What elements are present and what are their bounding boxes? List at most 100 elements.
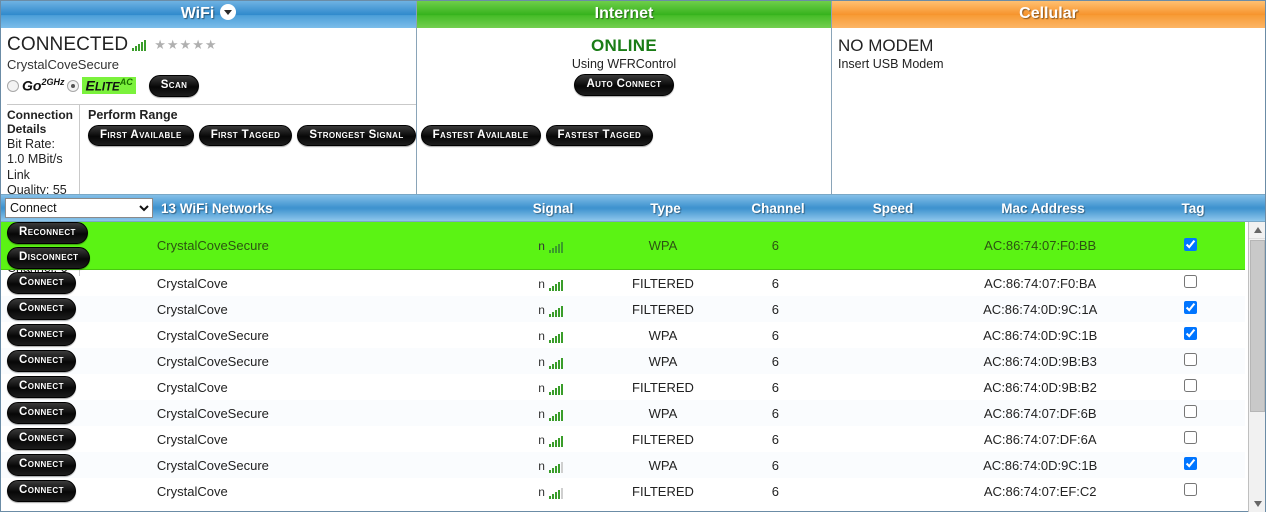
- row-action-buttons: Reconnect Disconnect: [1, 222, 151, 268]
- row-type: FILTERED: [611, 484, 716, 499]
- radio-go2ghz[interactable]: [7, 80, 19, 92]
- range-strongest-signal-button[interactable]: Strongest Signal: [297, 125, 415, 147]
- connection-details-title: Connection Details: [7, 108, 73, 136]
- scroll-down-button[interactable]: [1249, 495, 1265, 512]
- row-channel: 6: [715, 354, 835, 369]
- connect-button[interactable]: Connect: [7, 402, 76, 424]
- connect-button[interactable]: Connect: [7, 298, 76, 320]
- scrollbar-thumb[interactable]: [1250, 240, 1265, 412]
- row-tag-checkbox[interactable]: [1184, 483, 1197, 496]
- row-signal: n: [491, 432, 611, 447]
- internet-panel-header[interactable]: Internet: [417, 1, 831, 28]
- connect-button[interactable]: Connect: [7, 272, 76, 294]
- row-type: WPA: [611, 458, 716, 473]
- signal-bars-icon: [549, 488, 563, 499]
- chevron-down-icon[interactable]: [220, 4, 236, 20]
- row-action-buttons: Connect: [1, 376, 151, 398]
- row-type: WPA: [611, 328, 716, 343]
- signal-bars-icon: [549, 462, 563, 473]
- table-row[interactable]: Connect CrystalCoveSecurenWPA6AC:86:74:0…: [1, 452, 1245, 478]
- auto-connect-button[interactable]: Auto Connect: [574, 74, 673, 96]
- range-first-tagged-button[interactable]: First Tagged: [199, 125, 293, 147]
- header-type[interactable]: Type: [613, 201, 718, 216]
- internet-using-label: Using WFRControl: [417, 57, 831, 71]
- internet-status: ONLINE: [417, 36, 831, 56]
- row-tag-checkbox[interactable]: [1184, 353, 1197, 366]
- bulk-action-select[interactable]: Connect: [5, 198, 153, 218]
- row-tag-checkbox[interactable]: [1184, 431, 1197, 444]
- scan-button[interactable]: Scan: [149, 75, 200, 97]
- connect-button[interactable]: Connect: [7, 376, 76, 398]
- row-tag-checkbox[interactable]: [1184, 238, 1197, 251]
- table-row[interactable]: Connect CrystalCoveSecurenWPA6AC:86:74:0…: [1, 400, 1245, 426]
- wifi-panel-body: CONNECTED ★★★★★ CrystalCoveSecure Go2GHz…: [1, 28, 416, 194]
- row-mode: n: [538, 407, 545, 421]
- row-signal: n: [491, 354, 611, 369]
- band-label-elite: ELITEAC: [82, 77, 135, 94]
- row-tag-checkbox[interactable]: [1184, 275, 1197, 288]
- scroll-up-button[interactable]: [1249, 222, 1265, 239]
- table-row[interactable]: Connect CrystalCovenFILTERED6AC:86:74:07…: [1, 478, 1245, 504]
- triangle-down-icon: [1254, 501, 1262, 507]
- table-row[interactable]: Connect CrystalCovenFILTERED6AC:86:74:0D…: [1, 296, 1245, 322]
- row-action-buttons: Connect: [1, 402, 151, 424]
- table-row[interactable]: Connect CrystalCovenFILTERED6AC:86:74:07…: [1, 270, 1245, 296]
- row-mac-address: AC:86:74:07:EF:C2: [945, 484, 1135, 499]
- cellular-panel-title: Cellular: [1019, 5, 1078, 22]
- table-row[interactable]: Connect CrystalCovenFILTERED6AC:86:74:07…: [1, 426, 1245, 452]
- row-tag-checkbox[interactable]: [1184, 327, 1197, 340]
- row-mode: n: [538, 239, 545, 253]
- header-channel[interactable]: Channel: [718, 201, 838, 216]
- row-channel: 6: [715, 432, 835, 447]
- row-type: WPA: [611, 406, 716, 421]
- connect-button[interactable]: Connect: [7, 428, 76, 450]
- row-tag-cell: [1135, 238, 1245, 254]
- table-row[interactable]: Reconnect Disconnect CrystalCoveSecurenW…: [1, 222, 1245, 270]
- row-mac-address: AC:86:74:0D:9B:B3: [945, 354, 1135, 369]
- networks-count-caption: 13 WiFi Networks: [153, 201, 493, 216]
- row-mac-address: AC:86:74:07:DF:6A: [945, 432, 1135, 447]
- signal-bars-icon: [549, 242, 563, 253]
- row-tag-cell: [1135, 275, 1245, 291]
- row-signal: n: [491, 276, 611, 291]
- row-channel: 6: [715, 380, 835, 395]
- header-tag[interactable]: Tag: [1138, 201, 1248, 216]
- range-first-available-button[interactable]: First Available: [88, 125, 194, 147]
- connect-button[interactable]: Connect: [7, 480, 76, 502]
- row-channel: 6: [715, 484, 835, 499]
- row-ssid: CrystalCoveSecure: [151, 458, 491, 473]
- row-channel: 6: [715, 238, 835, 253]
- connect-button[interactable]: Connect: [7, 324, 76, 346]
- connect-button[interactable]: Connect: [7, 350, 76, 372]
- cellular-panel-header[interactable]: Cellular: [832, 1, 1265, 28]
- header-speed[interactable]: Speed: [838, 201, 948, 216]
- row-tag-checkbox[interactable]: [1184, 457, 1197, 470]
- signal-bars-icon: [549, 306, 563, 317]
- header-mac-address[interactable]: Mac Address: [948, 201, 1138, 216]
- row-ssid: CrystalCove: [151, 302, 491, 317]
- wifi-panel-header[interactable]: WiFi: [1, 1, 416, 28]
- row-mac-address: AC:86:74:0D:9C:1B: [945, 458, 1135, 473]
- band-selector: Go2GHz ELITEAC Scan: [7, 75, 416, 97]
- row-tag-cell: [1135, 457, 1245, 473]
- reconnect-button[interactable]: Reconnect: [7, 222, 88, 244]
- connect-button[interactable]: Connect: [7, 454, 76, 476]
- row-tag-checkbox[interactable]: [1184, 301, 1197, 314]
- table-scrollbar[interactable]: [1248, 222, 1265, 512]
- row-ssid: CrystalCove: [151, 380, 491, 395]
- disconnect-button[interactable]: Disconnect: [7, 247, 90, 269]
- networks-table-header: Connect 13 WiFi Networks Signal Type Cha…: [1, 194, 1265, 222]
- table-row[interactable]: Connect CrystalCoveSecurenWPA6AC:86:74:0…: [1, 348, 1245, 374]
- header-signal[interactable]: Signal: [493, 201, 613, 216]
- row-type: FILTERED: [611, 380, 716, 395]
- signal-rating-stars: ★★★★★: [154, 37, 217, 53]
- row-action-buttons: Connect: [1, 480, 151, 502]
- row-tag-cell: [1135, 405, 1245, 421]
- row-action-buttons: Connect: [1, 428, 151, 450]
- row-tag-checkbox[interactable]: [1184, 405, 1197, 418]
- internet-panel: Internet ONLINE Using WFRControl Auto Co…: [417, 1, 832, 194]
- row-tag-checkbox[interactable]: [1184, 379, 1197, 392]
- table-row[interactable]: Connect CrystalCoveSecurenWPA6AC:86:74:0…: [1, 322, 1245, 348]
- radio-elite-ac[interactable]: [67, 80, 79, 92]
- table-row[interactable]: Connect CrystalCovenFILTERED6AC:86:74:0D…: [1, 374, 1245, 400]
